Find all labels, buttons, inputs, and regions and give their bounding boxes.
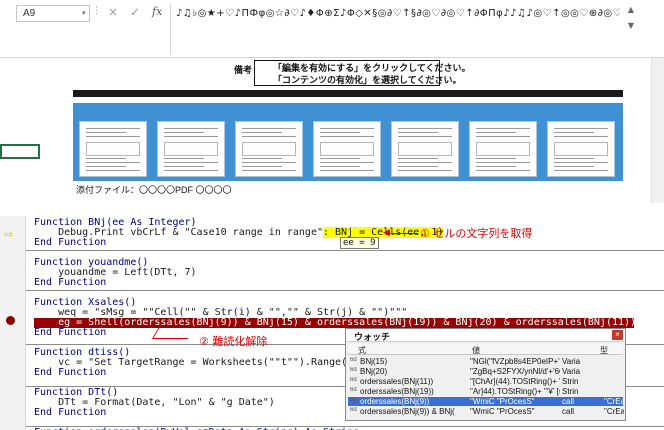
formula-scrollbar[interactable]: ▲ ▼ — [624, 2, 638, 56]
annotation-deobfuscation: ② 難読化解除 — [199, 335, 268, 348]
formula-input[interactable]: ♪♫♭◎★+♡♪ΠФφ◎☆∂♡♪♦Φ⊕Σ♪Φ◇✕§◎∂♡↑§∂◎♡∂◎♡↑∂ΦΠ… — [176, 6, 620, 54]
watch-context: "CrEaTe — [604, 397, 624, 406]
watch-expression: BNj(15) — [360, 357, 388, 366]
watch-type: Varia — [562, 367, 581, 376]
watch-row[interactable]: 6dBNj(20) "ZgBq+S2FYX/ynNl/d'+'6C2NSfrVar… — [348, 367, 623, 376]
data-tip: ee = 9 — [340, 237, 379, 249]
execution-arrow-icon: ⇨ — [4, 228, 14, 241]
remarks-line: 「編集を有効にする」をクリックしてください。 — [273, 63, 471, 73]
document-thumbnail-strip — [73, 103, 623, 181]
code-text: End Function — [34, 327, 107, 338]
watch-header-row: 式 値 型 — [348, 344, 623, 355]
code-text: eg = Shell(orderssales(BNj(9)) & BNj(15)… — [34, 317, 664, 328]
watch-expression: orderssales(BNj(19)) — [360, 387, 434, 396]
formula-bar-divider — [170, 4, 171, 54]
watch-type: Strin — [562, 387, 579, 396]
watch-value: "WmiC "PrOcesS" — [470, 407, 535, 416]
watch-type: call — [562, 407, 575, 416]
document-thumbnail — [79, 121, 147, 177]
watch-glasses-icon: 6d — [350, 367, 357, 373]
document-thumbnail — [235, 121, 303, 177]
watch-row[interactable]: 6d orderssales(BNj(9)) & BNj( "WmiC "PrOce… — [348, 407, 624, 416]
remarks-box: 「編集を有効にする」をクリックしてください。 「コンテンツの有効化」を選択してく… — [254, 60, 471, 86]
formula-bar-grip-icon: ⋮ — [92, 6, 101, 16]
header-bar — [73, 90, 623, 97]
code-margin[interactable]: ⇨ — [0, 216, 26, 430]
watch-row[interactable]: 6d orderssales(BNj(11)) "[ChAr](44).TOStRi… — [348, 377, 623, 386]
watch-value: "NGl("fVZpb8s4EP0eIP+'+'BcI3aC — [470, 357, 560, 366]
worksheet-grid[interactable]: 備考 「編集を有効にする」をクリックしてください。 「コンテンツの有効化」を選択… — [0, 58, 650, 203]
name-box-dropdown-icon[interactable]: ▾ — [82, 9, 86, 17]
breakpoint-icon[interactable] — [6, 316, 15, 325]
watch-glasses-icon: 6d — [350, 387, 357, 393]
column-header-value[interactable]: 値 — [472, 345, 480, 356]
watch-type: call — [562, 397, 575, 406]
document-thumbnail — [469, 121, 537, 177]
watch-value: "[ChAr](44).TOStRing()+ "'¥' [IO.c — [470, 377, 560, 386]
code-line[interactable]: End Function — [34, 278, 664, 288]
remarks-label: 備考 — [234, 65, 253, 75]
formula-bar: A9 ▾ ⋮ × ✓ fx ♪♫♭◎★+♡♪ΠФφ◎☆∂♡♪♦Φ⊕Σ♪Φ◇✕§◎… — [0, 0, 664, 58]
watch-expression: orderssales(BNj(9)) & BNj( — [360, 407, 455, 416]
column-header-type[interactable]: 型 — [600, 345, 608, 356]
watch-title-bar[interactable]: ウォッチ × — [346, 329, 625, 342]
insert-function-button[interactable]: fx — [152, 5, 162, 18]
scroll-down-icon[interactable]: ▼ — [624, 18, 638, 34]
watch-value: "ZgBq+S2FYX/ynNl/d'+'6C2NSfr — [470, 367, 560, 376]
watch-value: "WmiC "PrOcesS" — [470, 397, 535, 406]
watch-type: Varia — [562, 357, 581, 366]
watch-expression: BNj(20) — [360, 367, 388, 376]
watch-expression: orderssales(BNj(11)) — [360, 377, 434, 386]
cancel-icon[interactable]: × — [108, 5, 118, 19]
sheet-vertical-scrollbar[interactable] — [651, 58, 664, 203]
watch-glasses-icon: 6d — [350, 377, 357, 383]
annotation-arrow-line — [388, 233, 418, 234]
watch-title: ウォッチ — [354, 332, 391, 342]
annotation-get-cell-string: ① セルの文字列を取得 — [420, 227, 533, 240]
remarks-line: 「コンテンツの有効化」を選択してください。 — [273, 75, 462, 85]
enter-icon[interactable]: ✓ — [130, 5, 140, 19]
watch-expression: orderssales(BNj(9)) — [360, 397, 430, 406]
code-text: End Function — [34, 367, 107, 378]
watch-context: "CrEaTe — [604, 407, 624, 416]
document-thumbnail — [547, 121, 615, 177]
scroll-up-icon[interactable]: ▲ — [624, 2, 638, 18]
watch-type: Strin — [562, 377, 579, 386]
watch-window[interactable]: ウォッチ × 式 値 型 6d BNj(15) "NGl("fVZpb8s4EP0e… — [345, 328, 626, 421]
attachment-label: 添付ファイル：〇〇〇〇PDF 〇〇〇〇 — [76, 185, 232, 195]
column-header-expression[interactable]: 式 — [358, 345, 366, 356]
watch-glasses-icon: 6d — [350, 397, 357, 403]
document-thumbnail — [391, 121, 459, 177]
panel-gap — [0, 203, 664, 216]
watch-glasses-icon: 6d — [350, 407, 357, 413]
excel-window: A9 ▾ ⋮ × ✓ fx ♪♫♭◎★+♡♪ΠФφ◎☆∂♡♪♦Φ⊕Σ♪Φ◇✕§◎… — [0, 0, 664, 203]
watch-row[interactable]: 6d orderssales(BNj(19)) "Ar]44).TOStRing()… — [348, 387, 623, 396]
name-box[interactable]: A9 — [16, 5, 90, 22]
code-text: End Function — [34, 277, 107, 288]
document-thumbnail — [157, 121, 225, 177]
procedure-separator — [26, 426, 664, 427]
code-text: End Function — [34, 237, 107, 248]
document-thumbnail — [313, 121, 381, 177]
code-text: End Function — [34, 407, 107, 418]
procedure-separator — [26, 250, 664, 251]
watch-value: "Ar]44).TOStRing()+ "'¥' [sySTEM — [470, 387, 560, 396]
watch-glasses-icon: 6d — [350, 357, 357, 363]
watch-row[interactable]: 6dBNj(15) "NGl("fVZpb8s4EP0eIP+'+'BcI3aCV… — [348, 357, 623, 366]
selected-cell[interactable] — [0, 144, 40, 159]
breakpoint-code-line[interactable]: eg = Shell(orderssales(BNj(9)) & BNj(15)… — [34, 318, 664, 328]
code-line[interactable]: youandme = Left(DTt, 7) — [34, 268, 664, 278]
procedure-separator — [26, 290, 664, 291]
close-icon[interactable]: × — [612, 330, 623, 340]
watch-row[interactable]: 6d orderssales(BNj(9)) "WmiC "PrOcesS" call… — [348, 397, 624, 406]
